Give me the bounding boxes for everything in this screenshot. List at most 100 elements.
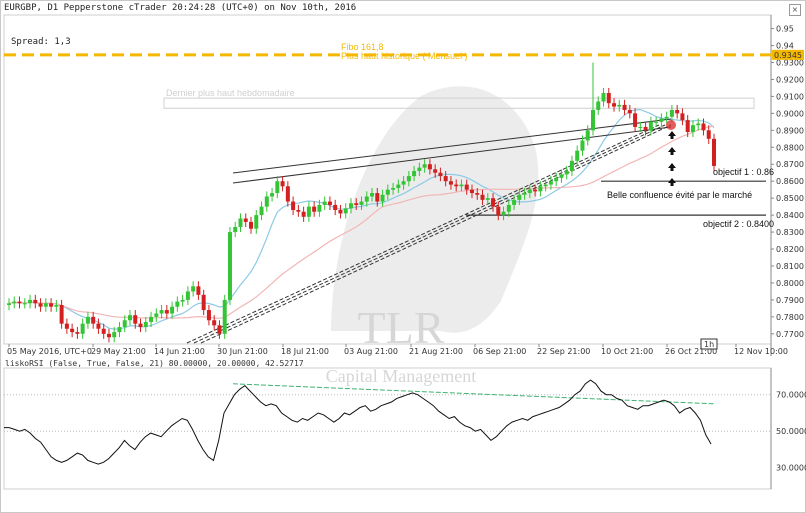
candle-body (680, 113, 685, 121)
candle-body (480, 194, 485, 200)
x-tick-label: 14 Jun 21:00 (154, 347, 205, 356)
candle-body (564, 171, 569, 175)
candle-body (633, 113, 638, 127)
objective1-label: objectif 1 : 0.86 (713, 167, 774, 177)
rsi-panel[interactable]: Capital Management 70.00000 50.00000 30.000… (1, 356, 806, 499)
y-tick-label: 0.8200 (776, 245, 804, 254)
x-tick-label: 12 Nov 10:00 (734, 347, 788, 356)
candle-body (85, 316, 90, 324)
candle-body (59, 304, 64, 324)
candle-body (527, 189, 532, 194)
candle-body (701, 123, 706, 131)
up-arrow-icon (668, 178, 676, 186)
candle-body (517, 194, 522, 200)
y-tick-label: 0.8700 (776, 160, 804, 169)
candle-body (159, 310, 164, 314)
candle-body (312, 206, 317, 212)
candle-body (317, 204, 322, 212)
y-tick-label: 0.8500 (776, 194, 804, 203)
candle-body (191, 286, 196, 292)
candle-body (138, 323, 143, 328)
candle-body (43, 303, 48, 307)
candle-body (391, 187, 396, 190)
candle-body (359, 201, 364, 205)
x-tick-label: 05 May 2016, UTC+0 (7, 347, 92, 356)
candle-body (712, 138, 716, 166)
candle-body (80, 323, 85, 334)
candle-body (617, 104, 622, 107)
candle-body (569, 160, 574, 172)
candle-body (96, 323, 101, 329)
candle-body (554, 177, 559, 182)
candle-body (385, 189, 390, 195)
candle-body (422, 164, 427, 168)
candle-body (512, 199, 517, 205)
rsi-tick-label: 50.00000 (776, 427, 806, 436)
candle-body (259, 206, 264, 216)
confluence-label: Belle confluence évité par le marché (607, 190, 752, 200)
x-tick-label: 10 Oct 21:00 (601, 347, 653, 356)
watermark-brand: TLR (358, 302, 445, 353)
y-tick-label: 0.95 (776, 25, 794, 34)
up-arrow-icon (668, 131, 676, 139)
candle-body (448, 181, 453, 185)
candle-body (427, 164, 432, 170)
rsi-frame (3, 367, 772, 490)
candle-body (133, 315, 138, 324)
candle-body (496, 206, 501, 216)
objective2-label: objectif 2 : 0.8400 (703, 219, 774, 229)
candle-body (433, 169, 438, 173)
candle-body (164, 310, 169, 314)
candle-body (606, 93, 611, 104)
candle-body (669, 109, 674, 117)
candle-body (91, 316, 96, 324)
y-tick-label: 0.9000 (776, 109, 804, 118)
candle-body (101, 328, 106, 334)
y-tick-label: 0.8600 (776, 177, 804, 186)
candle-body (333, 204, 338, 211)
y-tick-label: 0.8000 (776, 279, 804, 288)
candle-body (396, 184, 401, 188)
x-tick-label: 29 May 21:00 (91, 347, 146, 356)
candle-body (412, 171, 417, 177)
candle-body (638, 126, 643, 128)
y-tick-label: 0.9100 (776, 92, 804, 101)
candle-body (501, 211, 506, 216)
candle-body (464, 184, 469, 190)
candle-body (485, 198, 490, 200)
candle-body (254, 215, 259, 229)
candle-body (28, 299, 33, 304)
candle-body (491, 198, 496, 207)
candle-body (112, 332, 117, 338)
y-tick-label: 0.7800 (776, 313, 804, 322)
candle-body (212, 320, 217, 326)
candle-body (122, 320, 127, 328)
price-chart[interactable]: TLR0.950.940.93000.92000.91000.90000.890… (1, 1, 806, 356)
candle-body (596, 101, 601, 110)
candle-body (291, 201, 296, 211)
candle-body (75, 332, 80, 334)
candle-body (301, 211, 306, 217)
y-tick-label: 0.7700 (776, 330, 804, 339)
candle-body (249, 221, 254, 229)
candle-body (185, 291, 190, 300)
candle-body (227, 232, 232, 300)
chart-window: EURGBP, D1 Pepperstone cTrader 20:24:28 … (0, 0, 806, 513)
y-tick-label: 0.8100 (776, 262, 804, 271)
candle-body (106, 333, 111, 338)
y-tick-label: 0.9200 (776, 75, 804, 84)
x-tick-label: 30 Jun 21:00 (217, 347, 268, 356)
x-tick-label: 18 Jul 21:00 (281, 347, 329, 356)
candle-body (459, 184, 464, 187)
rsi-trendline (232, 383, 716, 405)
candle-body (675, 109, 680, 114)
candle-body (154, 313, 159, 317)
candle-body (117, 327, 122, 333)
candle-body (206, 310, 211, 321)
price-tag-label: 0.9345 (774, 51, 802, 60)
candle-body (575, 150, 580, 161)
candle-body (543, 184, 548, 187)
candle-body (217, 325, 222, 334)
y-tick-label: 0.8300 (776, 228, 804, 237)
candle-body (54, 304, 59, 307)
